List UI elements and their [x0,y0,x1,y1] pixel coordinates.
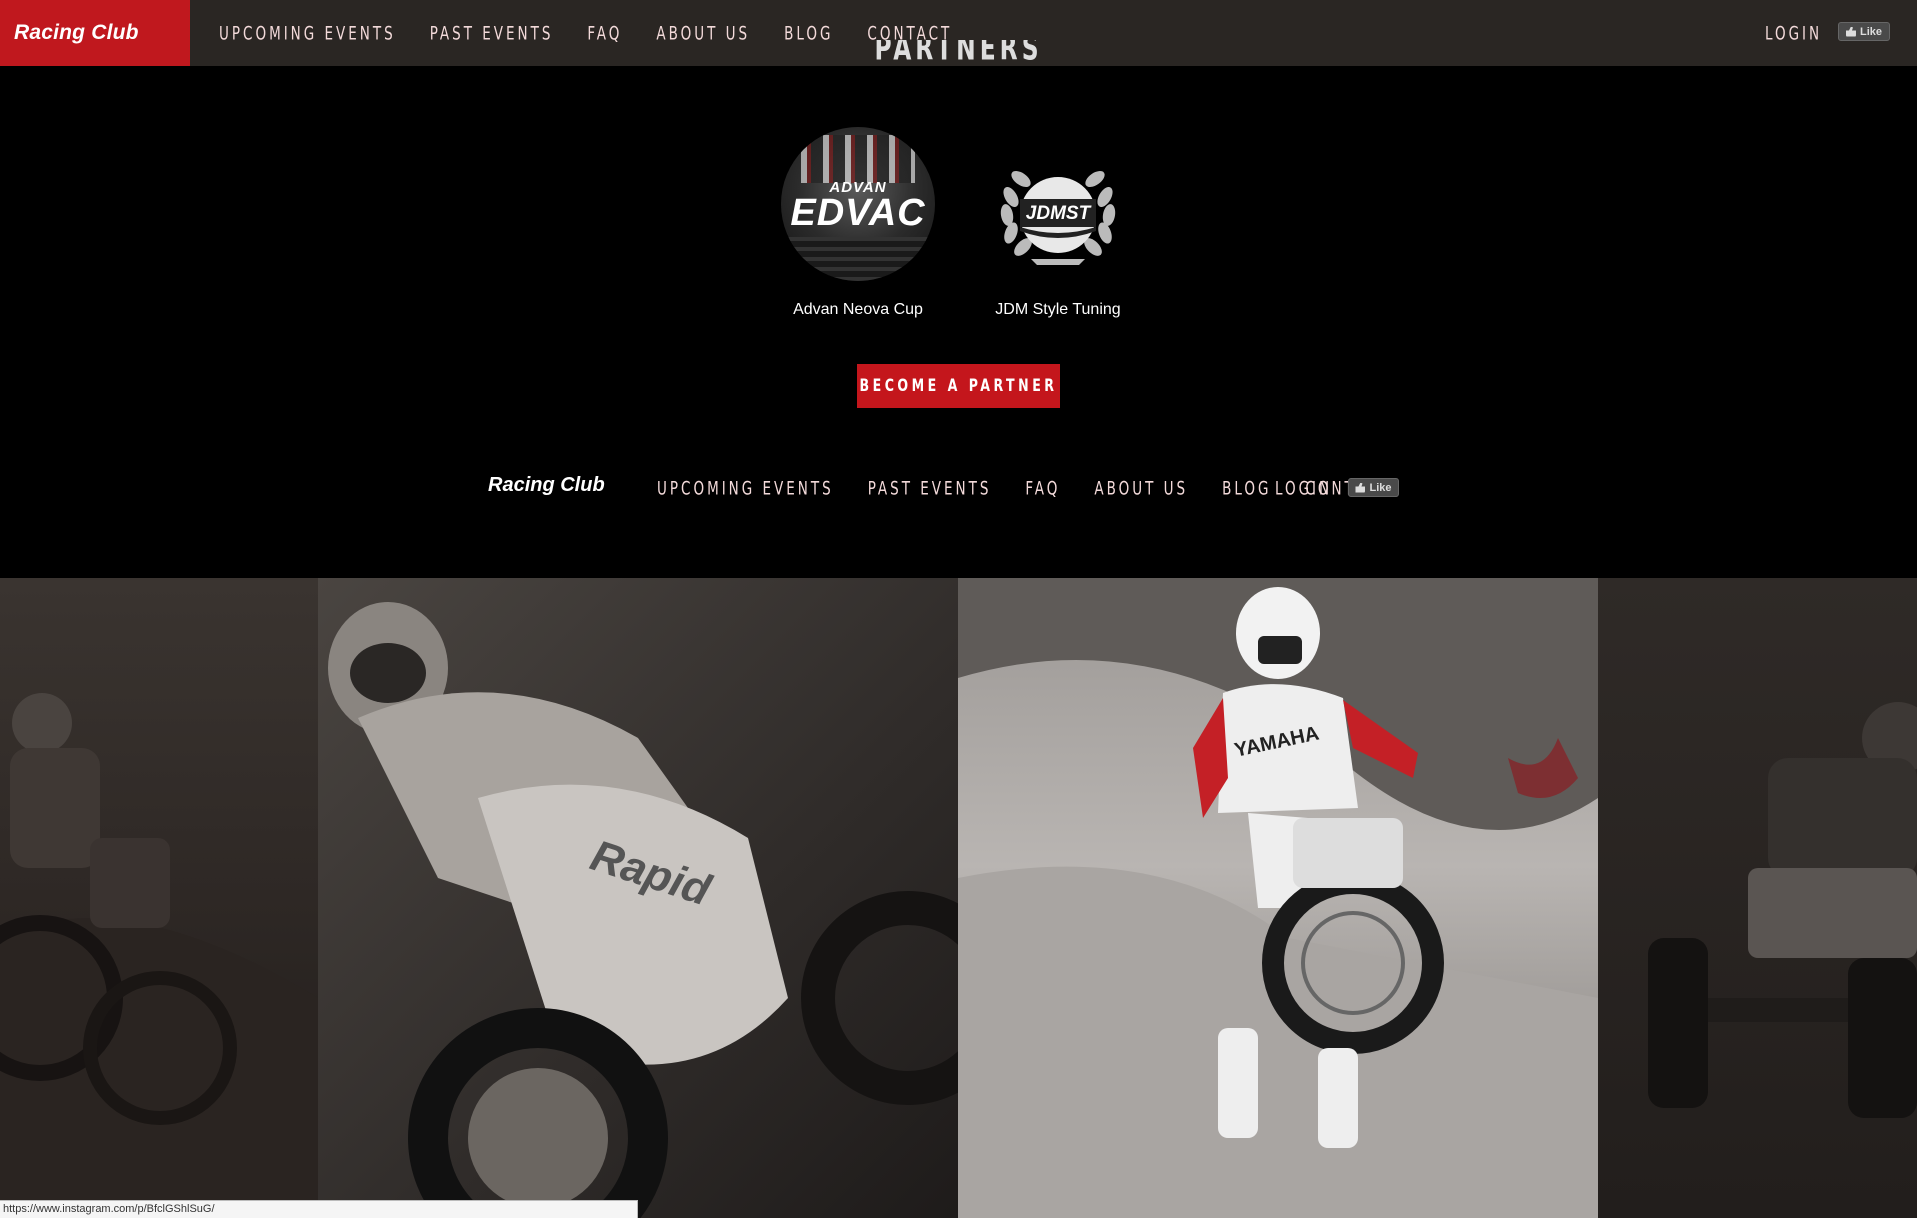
footer-login-link[interactable]: LOGIN [1275,477,1332,500]
footer-login-wrap: LOGIN [1275,470,1332,506]
advan-logo: ADVAN EDVAC [781,127,935,281]
quad-atv-photo [1598,578,1917,1218]
partners-heading: PARTNERS [874,40,1043,69]
partner-name: Advan Neova Cup [793,301,923,318]
advan-logo-graphic [801,135,915,183]
become-partner-label: BECOME A PARTNER [859,376,1058,396]
thumbs-up-icon [1355,482,1366,493]
footer-like-label: Like [1369,481,1392,494]
gallery-tile-dirt-bike[interactable]: YAMAHA [958,578,1598,1218]
dirt-bike-photo: YAMAHA [958,578,1598,1218]
jdmst-logo: JDMST [981,127,1135,281]
jdmst-logo-text: JDMST [1025,203,1091,224]
gallery-tile-motocross[interactable] [0,578,318,1218]
like-label: Like [1859,25,1882,38]
footer-brand[interactable]: Racing Club [488,474,605,497]
footer-nav-blog[interactable]: BLOG [1222,477,1271,500]
instagram-gallery: Rapid YAMAHA [0,578,1917,1218]
become-partner-button[interactable]: BECOME A PARTNER [857,364,1060,408]
footer-facebook-like-button[interactable]: Like [1348,478,1399,497]
facebook-like-button[interactable]: Like [1838,22,1890,41]
partners-heading-wrap: PARTNERS [0,40,1917,70]
partner-name: JDM Style Tuning [995,301,1121,318]
partner-card-advan[interactable]: ADVAN EDVAC Advan Neova Cup [758,127,958,319]
footer-nav-faq[interactable]: FAQ [1025,477,1060,500]
browser-status-url: https://www.instagram.com/p/BfclGShlSuG/ [0,1200,638,1218]
motocross-photo [0,578,318,1218]
thumbs-up-icon [1845,26,1856,37]
footer-nav-past-events[interactable]: PAST EVENTS [868,477,992,500]
superbike-photo: Rapid [318,578,958,1218]
footer-nav-upcoming-events[interactable]: UPCOMING EVENTS [657,477,834,500]
footer-nav-about-us[interactable]: ABOUT US [1094,477,1188,500]
advan-logo-graphic-lower [781,237,935,281]
advan-logo-text-main: EDVAC [790,192,926,234]
gallery-tile-superbike[interactable]: Rapid [318,578,958,1218]
gallery-tile-quad[interactable] [1598,578,1917,1218]
partner-card-jdmst[interactable]: JDMST JDM Style Tuning [958,127,1158,319]
